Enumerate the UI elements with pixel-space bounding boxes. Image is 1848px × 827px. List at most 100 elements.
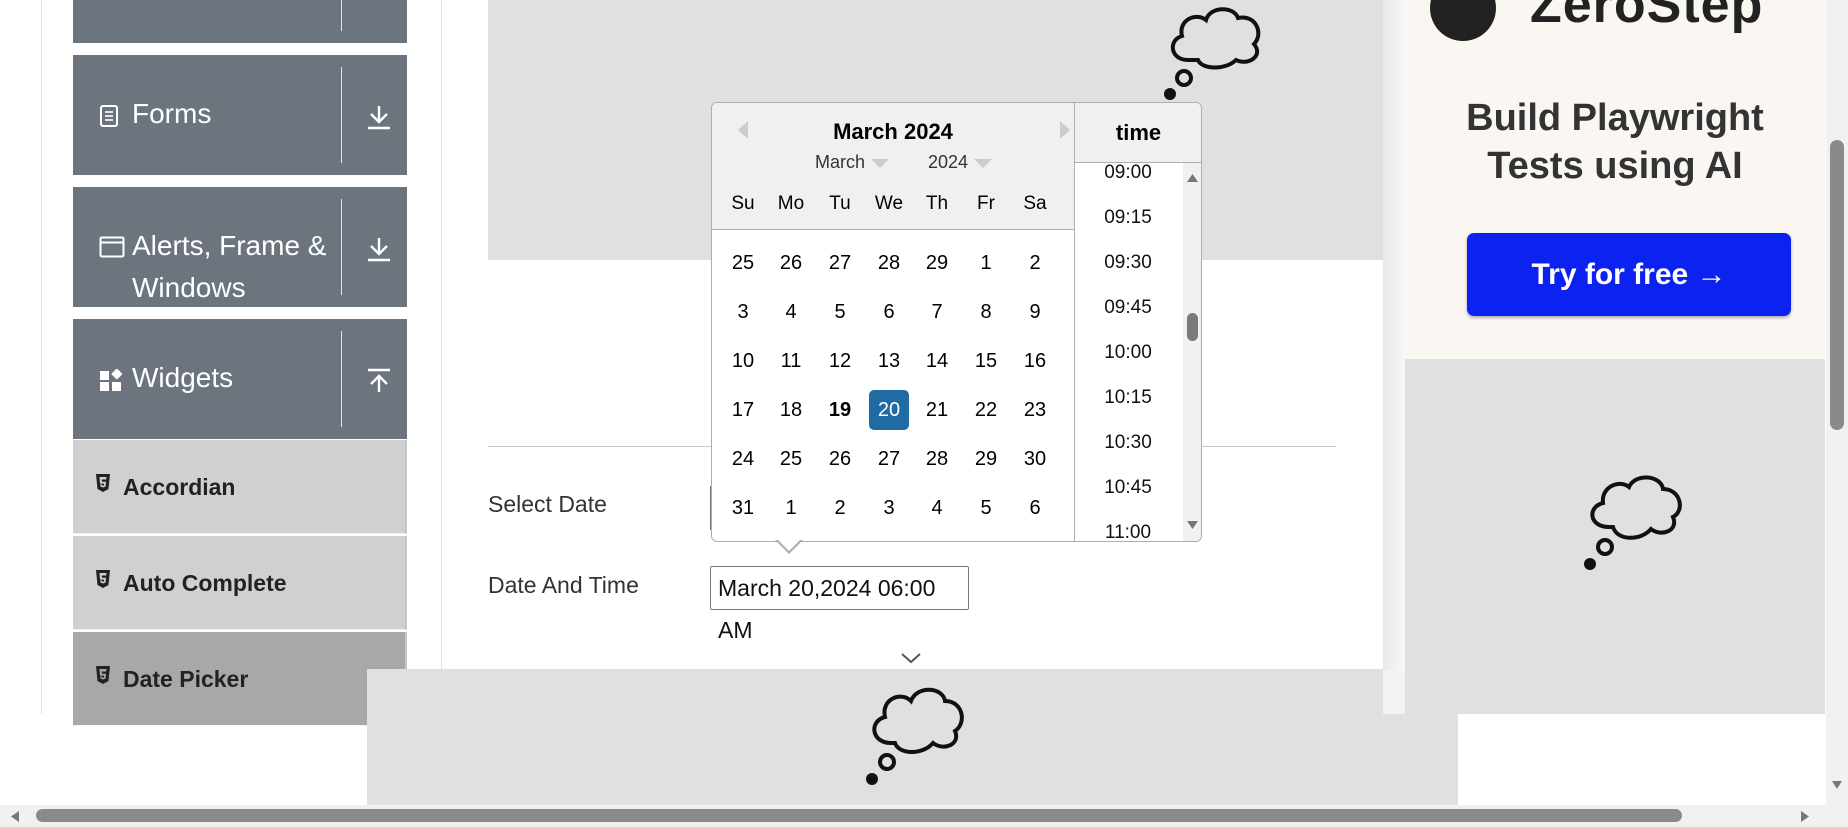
time-option[interactable]: 09:15 bbox=[1075, 207, 1181, 229]
day-cell[interactable]: 3 bbox=[869, 488, 909, 528]
datepicker-header: March 2024 March 2024 Su Mo Tu We Th Fr Sa bbox=[712, 103, 1074, 230]
day-cell[interactable]: 26 bbox=[820, 439, 860, 479]
day-cell[interactable]: 17 bbox=[723, 390, 763, 430]
scroll-up-arrow-icon[interactable] bbox=[1186, 173, 1199, 183]
time-option[interactable]: 09:45 bbox=[1075, 297, 1181, 319]
time-option[interactable]: 11:00 bbox=[1075, 522, 1181, 541]
time-option[interactable]: 10:45 bbox=[1075, 477, 1181, 499]
day-cell[interactable]: 3 bbox=[723, 292, 763, 332]
upload-arrow-icon bbox=[368, 368, 390, 392]
day-cell[interactable]: 13 bbox=[869, 341, 909, 381]
day-cell[interactable]: 12 bbox=[820, 341, 860, 381]
document-icon bbox=[100, 105, 118, 127]
time-option[interactable]: 09:30 bbox=[1075, 252, 1181, 274]
day-cell[interactable]: 11 bbox=[771, 341, 811, 381]
day-cell[interactable]: 5 bbox=[966, 488, 1006, 528]
sidebar-item-date-picker[interactable]: Date Picker bbox=[73, 632, 407, 726]
day-cell[interactable]: 2 bbox=[1015, 243, 1055, 283]
day-cell[interactable]: 22 bbox=[966, 390, 1006, 430]
ad-placeholder-bottom bbox=[367, 669, 1458, 805]
sidebar-group-widgets[interactable]: Widgets bbox=[73, 319, 407, 439]
scroll-down-arrow-icon[interactable] bbox=[1831, 780, 1843, 790]
weekday-label: We bbox=[874, 193, 904, 214]
datepicker-popup: March 2024 March 2024 Su Mo Tu We Th Fr Sa 25 2… bbox=[711, 102, 1202, 542]
scroll-down-arrow-icon[interactable] bbox=[1186, 520, 1199, 530]
select-date-label: Select Date bbox=[488, 491, 607, 517]
day-cell[interactable]: 8 bbox=[966, 292, 1006, 332]
sidebar-group-elements[interactable] bbox=[73, 0, 407, 43]
day-cell[interactable]: 14 bbox=[917, 341, 957, 381]
day-cell[interactable]: 1 bbox=[966, 243, 1006, 283]
horizontal-scroll-thumb[interactable] bbox=[36, 809, 1682, 822]
year-select[interactable]: 2024 bbox=[928, 152, 993, 173]
ad-title-line2: Tests using AI bbox=[1487, 145, 1743, 187]
day-cell[interactable]: 6 bbox=[1015, 488, 1055, 528]
datepicker-pointer-inner bbox=[777, 539, 801, 551]
day-cell[interactable]: 18 bbox=[771, 390, 811, 430]
day-cell[interactable]: 26 bbox=[771, 243, 811, 283]
day-cell[interactable]: 29 bbox=[917, 243, 957, 283]
day-cell[interactable]: 4 bbox=[771, 292, 811, 332]
try-for-free-button[interactable]: Try for free → bbox=[1467, 233, 1791, 316]
day-cell[interactable]: 16 bbox=[1015, 341, 1055, 381]
time-scrollbar[interactable] bbox=[1183, 163, 1201, 541]
sidebar-group-alerts[interactable]: Alerts, Frame & Windows bbox=[73, 187, 407, 307]
day-cell[interactable]: 21 bbox=[917, 390, 957, 430]
day-cell[interactable]: 10 bbox=[723, 341, 763, 381]
vertical-scroll-thumb[interactable] bbox=[1830, 140, 1844, 430]
time-option[interactable]: 10:00 bbox=[1075, 342, 1181, 364]
day-cell[interactable]: 15 bbox=[966, 341, 1006, 381]
date-and-time-label: Date And Time bbox=[488, 572, 639, 598]
time-option[interactable]: 09:00 bbox=[1075, 163, 1181, 184]
day-cell[interactable]: 23 bbox=[1015, 390, 1055, 430]
html5-icon bbox=[96, 474, 110, 492]
download-arrow-icon bbox=[368, 106, 390, 130]
month-select-value: March bbox=[815, 152, 866, 172]
day-cell[interactable]: 24 bbox=[723, 439, 763, 479]
sidebar-group-label: Forms bbox=[132, 98, 212, 129]
year-select-value: 2024 bbox=[928, 152, 969, 172]
sidebar-group-forms[interactable]: Forms bbox=[73, 55, 407, 175]
month-select[interactable]: March bbox=[815, 152, 890, 173]
ad-title: Build Playwright Tests using AI bbox=[1405, 94, 1825, 190]
scroll-right-arrow-icon[interactable] bbox=[1800, 810, 1810, 823]
sidebar-item-auto-complete[interactable]: Auto Complete bbox=[73, 536, 407, 630]
day-cell[interactable]: 28 bbox=[869, 243, 909, 283]
day-cell[interactable]: 29 bbox=[966, 439, 1006, 479]
next-month-button[interactable] bbox=[1060, 121, 1070, 139]
time-option[interactable]: 10:30 bbox=[1075, 432, 1181, 454]
day-cell[interactable]: 9 bbox=[1015, 292, 1055, 332]
weekday-label: Th bbox=[925, 193, 949, 214]
sidebar-item-accordian[interactable]: Accordian bbox=[73, 440, 407, 534]
chevron-down-icon[interactable] bbox=[900, 651, 922, 665]
right-ad-shadow bbox=[1383, 0, 1405, 670]
day-cell[interactable]: 6 bbox=[869, 292, 909, 332]
day-cell[interactable]: 30 bbox=[1015, 439, 1055, 479]
day-cell-today[interactable]: 19 bbox=[820, 390, 860, 430]
time-scroll-thumb[interactable] bbox=[1187, 313, 1198, 341]
day-cell[interactable]: 28 bbox=[917, 439, 957, 479]
html5-icon bbox=[96, 666, 110, 684]
sidebar-group-label-line2: Windows bbox=[132, 272, 246, 303]
day-cell-selected[interactable]: 20 bbox=[869, 390, 909, 430]
day-cell[interactable]: 1 bbox=[771, 488, 811, 528]
time-option[interactable]: 10:15 bbox=[1075, 387, 1181, 409]
day-cell[interactable]: 31 bbox=[723, 488, 763, 528]
day-cell[interactable]: 27 bbox=[869, 439, 909, 479]
day-cell[interactable]: 25 bbox=[723, 243, 763, 283]
thought-bubble-icon bbox=[866, 687, 964, 785]
day-cell[interactable]: 25 bbox=[771, 439, 811, 479]
sidebar-item-label: Date Picker bbox=[123, 666, 249, 692]
day-cell[interactable]: 7 bbox=[917, 292, 957, 332]
weekday-label: Sa bbox=[1023, 193, 1047, 214]
day-cell[interactable]: 5 bbox=[820, 292, 860, 332]
day-cell[interactable]: 4 bbox=[917, 488, 957, 528]
ad-logo-text: ZeroStep bbox=[1530, 0, 1764, 34]
time-panel: time 09:00 09:15 09:30 09:45 10:00 10:15 10:30… bbox=[1074, 103, 1201, 541]
day-cell[interactable]: 27 bbox=[820, 243, 860, 283]
window-icon bbox=[99, 236, 125, 258]
weekday-label: Tu bbox=[829, 193, 851, 214]
day-cell[interactable]: 2 bbox=[820, 488, 860, 528]
date-and-time-input[interactable]: March 20,2024 06:00 AM bbox=[710, 566, 969, 643]
scroll-left-arrow-icon[interactable] bbox=[10, 810, 20, 823]
